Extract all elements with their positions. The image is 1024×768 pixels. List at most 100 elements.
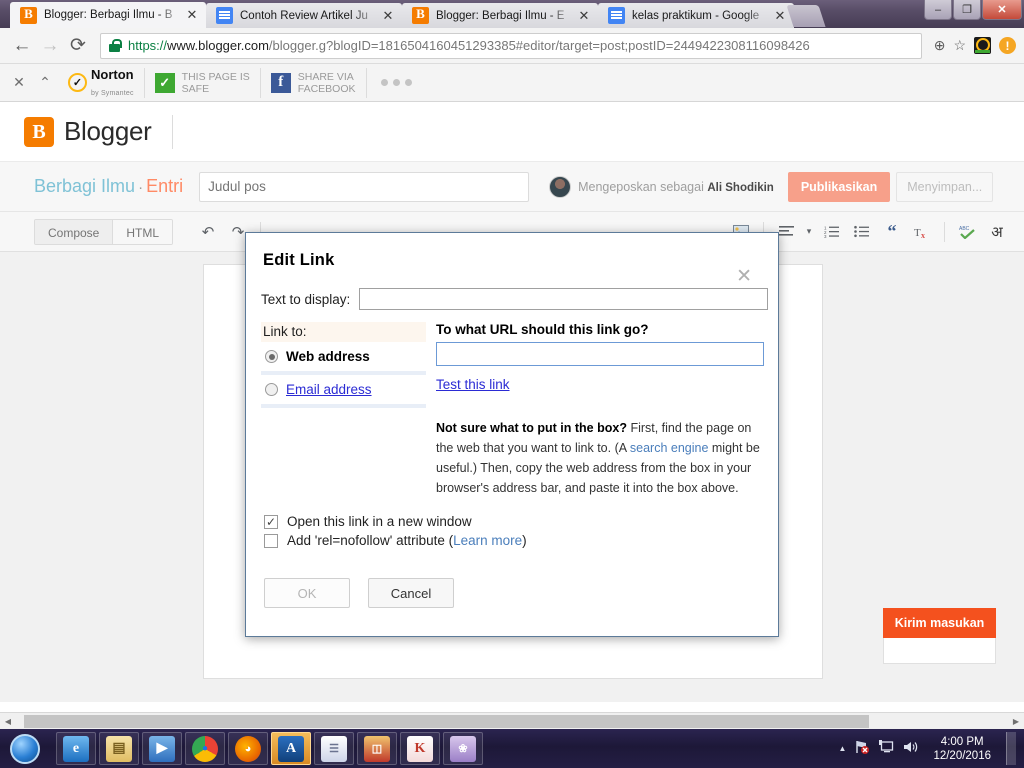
checkbox-new-window-icon[interactable]: ✓ [264, 514, 278, 529]
new-tab-button[interactable] [786, 5, 826, 27]
bookmark-item-page-safe[interactable]: ✓ THIS PAGE IS SAFE [145, 67, 261, 98]
blogger-logo-icon[interactable]: B [24, 116, 54, 147]
radio-web-address-icon[interactable] [265, 350, 278, 363]
paint-icon: ❀ [450, 735, 476, 762]
send-feedback-button[interactable]: Kirim masukan [883, 608, 996, 638]
checkbox-row-nofollow[interactable]: Add 'rel=nofollow' attribute (Learn more… [264, 531, 778, 550]
close-window-button[interactable]: ✕ [982, 0, 1022, 20]
post-title-input[interactable] [199, 171, 530, 202]
show-desktop-button[interactable] [1006, 732, 1016, 765]
spellcheck-icon[interactable]: ABC [954, 219, 980, 245]
minimize-button[interactable]: – [924, 0, 952, 20]
taskbar-item-media-player[interactable]: ▶ [142, 732, 182, 765]
url-question-label: To what URL should this link go? [436, 322, 649, 337]
chevron-up-icon[interactable]: ⌃ [32, 70, 58, 96]
tab-close-icon[interactable]: ✕ [576, 8, 592, 24]
google-chrome-icon: ● [192, 735, 218, 762]
help-lead: Not sure what to put in the box? [436, 421, 627, 435]
display-icon[interactable] [879, 740, 894, 757]
radio-email-address-icon[interactable] [265, 383, 278, 396]
taskbar-apps: e ▤ ▶ ● ◕ A ☰ ◫ K ❀ [56, 732, 483, 765]
ok-button[interactable]: OK [264, 578, 350, 608]
numbered-list-icon[interactable]: 123 [819, 219, 845, 245]
taskbar-item-google-chrome[interactable]: ● [185, 732, 225, 765]
post-editor-header: Berbagi Ilmu·Entri Mengeposkan sebagai A… [0, 162, 1024, 212]
taskbar-item-file-explorer[interactable]: ▤ [99, 732, 139, 765]
breadcrumb-blog-name[interactable]: Berbagi Ilmu [34, 176, 135, 196]
norton-extension-icon[interactable] [974, 37, 991, 54]
feedback-widget: Kirim masukan [883, 608, 996, 664]
text-to-display-row: Text to display: [246, 270, 778, 310]
test-this-link[interactable]: Test this link [436, 377, 510, 392]
url-input[interactable] [436, 342, 764, 366]
chevron-down-icon[interactable]: ▾ [803, 219, 815, 245]
text-to-display-input[interactable] [359, 288, 768, 310]
transliteration-icon[interactable]: अ [984, 219, 1010, 245]
url-text: https://www.blogger.com/blogger.g?blogID… [128, 38, 917, 53]
bulleted-list-icon[interactable] [849, 219, 875, 245]
option-web-address[interactable]: Web address [261, 342, 426, 375]
tab-title: kelas praktikum - Google [632, 9, 760, 22]
tray-overflow-icon[interactable]: ▲ [839, 744, 847, 753]
remove-formatting-icon[interactable]: Tx [909, 219, 935, 245]
browser-tab-3[interactable]: Blogger: Berbagi Ilmu - E ✕ [402, 3, 598, 28]
breadcrumb-separator: · [138, 179, 144, 196]
browser-tab-2[interactable]: Contoh Review Artikel Ju ✕ [206, 3, 402, 28]
forward-icon[interactable]: → [36, 32, 64, 60]
cancel-button[interactable]: Cancel [368, 578, 454, 608]
start-button[interactable] [2, 732, 48, 765]
tab-close-icon[interactable]: ✕ [772, 8, 788, 24]
close-icon[interactable]: ✕ [736, 267, 752, 286]
browser-tab-4[interactable]: kelas praktikum - Google ✕ [598, 3, 794, 28]
taskbar-item-notepad[interactable]: ☰ [314, 732, 354, 765]
taskbar-item-mozilla-firefox[interactable]: ◕ [228, 732, 268, 765]
toolbar-divider [944, 221, 945, 242]
bookmark-item-share-facebook[interactable]: f SHARE VIA FACEBOOK [261, 67, 367, 98]
tab-close-icon[interactable]: ✕ [380, 8, 396, 24]
tab-close-icon[interactable]: ✕ [184, 7, 200, 23]
close-icon[interactable]: ✕ [6, 70, 32, 96]
bookmark-star-icon[interactable]: ☆ [953, 37, 966, 54]
editor-mode-group: Compose HTML [34, 218, 174, 245]
warning-icon[interactable]: ! [999, 37, 1016, 54]
scrollbar-thumb[interactable] [24, 714, 869, 728]
publish-button[interactable]: Publikasikan [787, 171, 891, 202]
share-line1: SHARE VIA [297, 70, 354, 83]
tab-html[interactable]: HTML [112, 219, 173, 244]
scroll-left-icon[interactable]: ◀ [0, 717, 16, 726]
checkbox-nofollow-icon[interactable] [264, 533, 278, 548]
bookmarks-overflow-icon[interactable] [367, 79, 412, 86]
tab-compose[interactable]: Compose [35, 219, 113, 244]
taskbar-item-kingsoft-office[interactable]: K [400, 732, 440, 765]
norton-icon: ✓ Norton by Symantec [68, 67, 134, 99]
taskbar-item-winrar[interactable]: ◫ [357, 732, 397, 765]
clock[interactable]: 4:00 PM 12/20/2016 [927, 735, 991, 763]
window-controls: – ❐ ✕ [923, 0, 1022, 20]
page-safe-line1: THIS PAGE IS [181, 70, 250, 83]
network-icon[interactable] [855, 740, 870, 757]
avira-icon: A [278, 735, 304, 762]
address-bar[interactable]: https://www.blogger.com/blogger.g?blogID… [100, 32, 922, 59]
blockquote-icon[interactable]: “ [879, 219, 905, 245]
maximize-button[interactable]: ❐ [953, 0, 981, 20]
horizontal-scrollbar[interactable]: ◀ ▶ [0, 712, 1024, 729]
taskbar-item-internet-explorer[interactable]: e [56, 732, 96, 765]
scrollbar-track[interactable] [16, 714, 1008, 728]
taskbar-item-avira-antivirus[interactable]: A [271, 732, 311, 765]
scroll-right-icon[interactable]: ▶ [1008, 717, 1024, 726]
option-email-address[interactable]: Email address [261, 375, 426, 408]
page-safe-line2: SAFE [181, 82, 210, 95]
volume-icon[interactable] [903, 740, 918, 757]
windows-logo-icon [10, 733, 40, 764]
kingsoft-icon: K [407, 735, 433, 762]
undo-icon[interactable]: ↶ [195, 219, 221, 245]
browser-tab-1[interactable]: Blogger: Berbagi Ilmu - B ✕ [10, 2, 206, 28]
search-engine-link[interactable]: search engine [630, 441, 709, 455]
reload-icon[interactable]: ⟳ [64, 32, 92, 60]
bookmark-item-norton[interactable]: ✓ Norton by Symantec [58, 67, 145, 99]
back-icon[interactable]: ← [8, 32, 36, 60]
checkbox-row-new-window[interactable]: ✓ Open this link in a new window [264, 512, 778, 531]
zoom-icon[interactable]: ⊕ [934, 37, 946, 54]
learn-more-link[interactable]: Learn more [453, 533, 522, 548]
taskbar-item-paint[interactable]: ❀ [443, 732, 483, 765]
